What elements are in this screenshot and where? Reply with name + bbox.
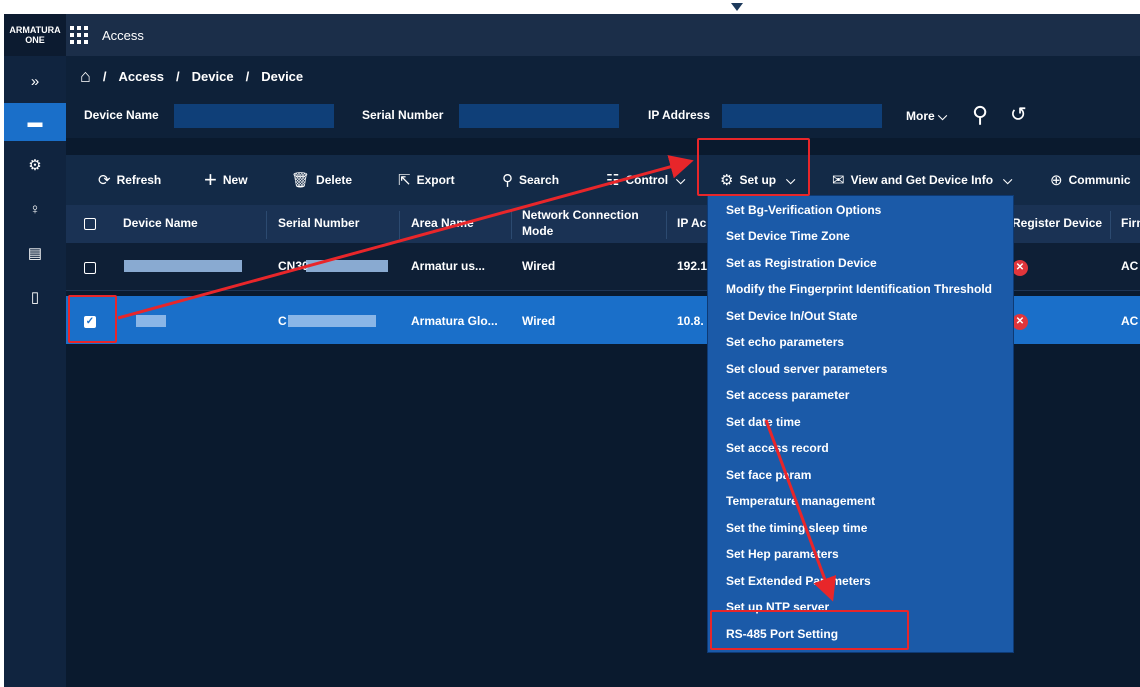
communication-button[interactable]: ⊕ Communic <box>1050 171 1131 189</box>
filter-bar: Device Name Serial Number IP Address Mor… <box>66 96 1140 138</box>
register-status-icon: ✕ <box>1012 314 1028 330</box>
menu-item-fingerprint-threshold[interactable]: Modify the Fingerprint Identification Th… <box>726 282 992 296</box>
menu-item-echo-parameters[interactable]: Set echo parameters <box>726 335 844 349</box>
redacted-device-name <box>124 260 242 272</box>
setup-dropdown-menu: Set Bg-Verification Options Set Device T… <box>707 195 1014 653</box>
serial-number-label: Serial Number <box>362 108 444 122</box>
breadcrumb-device[interactable]: Device <box>192 69 234 84</box>
search-icon: ⚲ <box>502 172 513 189</box>
menu-item-registration-device[interactable]: Set as Registration Device <box>726 256 877 270</box>
cell-serial-number: CN30 <box>278 259 309 273</box>
chevron-down-icon: ⌵ <box>1003 172 1013 187</box>
menu-item-date-time[interactable]: Set date time <box>726 415 801 429</box>
menu-item-access-record[interactable]: Set access record <box>726 441 829 455</box>
serial-number-input[interactable] <box>459 104 619 128</box>
cell-area-name: Armatur us... <box>411 259 486 273</box>
menu-item-hep-parameters[interactable]: Set Hep parameters <box>726 547 839 561</box>
app-grid-icon[interactable] <box>70 26 88 44</box>
header-firmware[interactable]: Firm <box>1121 216 1140 230</box>
annotation-box-setup <box>697 138 810 196</box>
sidebar-item-device[interactable]: ▬ <box>4 103 66 141</box>
menu-item-sleep-time[interactable]: Set the timing sleep time <box>726 521 867 535</box>
cell-area-name: Armatura Glo... <box>411 314 498 328</box>
sidebar-item-settings[interactable]: ⚙ <box>4 146 66 184</box>
register-status-icon: ✕ <box>1012 260 1028 276</box>
device-name-input[interactable] <box>174 104 334 128</box>
person-key-icon: ♀ <box>29 200 41 218</box>
card-reader-icon: ▬ <box>27 113 43 131</box>
row-checkbox[interactable] <box>84 262 96 274</box>
cell-firmware: AC <box>1121 314 1139 328</box>
chevron-down-icon: ⌵ <box>938 109 948 123</box>
export-icon: ⇱ <box>398 172 411 189</box>
menu-item-access-parameter[interactable]: Set access parameter <box>726 388 849 402</box>
app-header: Access <box>66 14 1140 56</box>
plus-icon: + <box>204 167 217 192</box>
export-button[interactable]: ⇱ Export <box>398 171 455 189</box>
menu-item-time-zone[interactable]: Set Device Time Zone <box>726 229 850 243</box>
menu-item-bg-verification[interactable]: Set Bg-Verification Options <box>726 203 881 217</box>
armatura-logo: ARMATURA ONE <box>4 14 66 56</box>
refresh-button[interactable]: ⟳ Refresh <box>98 171 161 189</box>
trash-icon: 🗑 <box>291 172 311 189</box>
double-chevron-right-icon: » <box>30 72 40 90</box>
cell-ip-address: 192.1 <box>677 259 708 273</box>
cell-serial-number: C <box>278 314 287 328</box>
chevron-down-icon: ⌵ <box>676 172 686 187</box>
redacted-serial <box>288 315 376 327</box>
sidebar-item-reports[interactable]: ▤ <box>4 234 66 272</box>
refresh-icon: ⟳ <box>98 172 111 189</box>
mail-search-icon: ✉ <box>832 172 845 189</box>
device-icon: ▯ <box>30 289 40 306</box>
select-all-checkbox[interactable] <box>84 218 96 230</box>
cell-network-mode: Wired <box>522 314 556 328</box>
annotation-box-rs485 <box>710 610 909 650</box>
expand-sidebar-button[interactable]: » <box>4 62 66 100</box>
redacted-device-name <box>136 315 166 327</box>
sidebar-item-personnel[interactable]: ♀ <box>4 190 66 228</box>
globe-icon: ⊕ <box>1050 172 1063 189</box>
menu-item-in-out-state[interactable]: Set Device In/Out State <box>726 309 857 323</box>
header-area-name[interactable]: Area Name <box>411 216 474 230</box>
cell-firmware: AC <box>1121 259 1139 273</box>
cell-ip-address: 10.8. <box>677 314 704 328</box>
gear-icon: ⚙ <box>28 157 42 174</box>
menu-item-cloud-server[interactable]: Set cloud server parameters <box>726 362 887 376</box>
cell-network-mode: Wired <box>522 259 556 273</box>
search-icon[interactable]: ⚲ <box>972 102 988 128</box>
new-button[interactable]: + New <box>204 167 248 193</box>
control-icon: ☷ <box>606 172 620 189</box>
view-device-info-button[interactable]: ✉ View and Get Device Info ⌵ <box>832 171 1012 189</box>
menu-item-extended-parameters[interactable]: Set Extended Parameters <box>726 574 871 588</box>
reset-icon[interactable]: ↺ <box>1010 102 1027 127</box>
search-button[interactable]: ⚲ Search <box>502 171 559 189</box>
header-network-mode[interactable]: Network Connection Mode <box>522 207 639 239</box>
header-serial-number[interactable]: Serial Number <box>278 216 359 230</box>
header-register-device[interactable]: Register Device <box>1012 216 1102 230</box>
redacted-serial <box>306 260 388 272</box>
sidebar-item-devices[interactable]: ▯ <box>4 278 66 316</box>
delete-button[interactable]: 🗑 Delete <box>291 171 352 189</box>
breadcrumb-access[interactable]: Access <box>119 69 165 84</box>
header-device-name[interactable]: Device Name <box>123 216 198 230</box>
breadcrumb-device-current: Device <box>261 68 304 84</box>
download-arrow-icon <box>730 0 744 11</box>
menu-item-temperature[interactable]: Temperature management <box>726 494 875 508</box>
device-name-label: Device Name <box>84 108 159 122</box>
ip-address-input[interactable] <box>722 104 882 128</box>
header-ip-address[interactable]: IP Ac <box>677 216 706 230</box>
breadcrumb: ⌂ / Access / Device / Device <box>66 56 1140 96</box>
annotation-box-checkbox <box>68 295 117 343</box>
more-filters-button[interactable]: More ⌵ <box>906 109 947 124</box>
home-icon[interactable]: ⌂ <box>80 66 91 87</box>
app-title: Access <box>102 27 144 43</box>
menu-item-face-param[interactable]: Set face param <box>726 468 811 482</box>
ip-address-label: IP Address <box>648 108 711 122</box>
control-button[interactable]: ☷ Control ⌵ <box>606 171 685 189</box>
document-icon: ▤ <box>27 245 43 262</box>
